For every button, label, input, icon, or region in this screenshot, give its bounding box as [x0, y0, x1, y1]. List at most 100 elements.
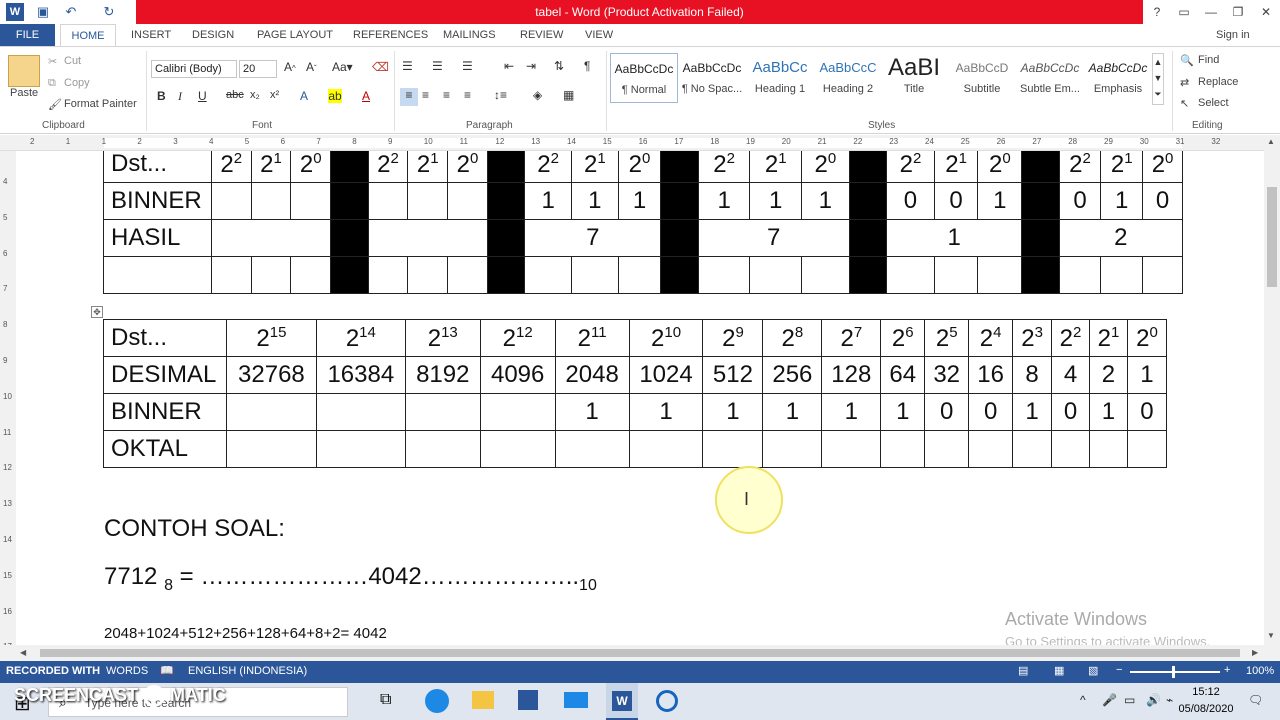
numbering-icon[interactable]: ☰: [432, 59, 443, 73]
read-mode-icon[interactable]: ▤: [1018, 664, 1028, 677]
ribbon-display-icon[interactable]: ▭: [1170, 0, 1198, 24]
volume-icon[interactable]: 🔊: [1146, 693, 1161, 707]
undo-icon[interactable]: ↶: [62, 3, 80, 21]
scroll-thumb[interactable]: [1267, 187, 1277, 287]
align-right-icon[interactable]: ≡: [443, 88, 450, 102]
style-heading-1[interactable]: AaBbCc Heading 1: [746, 53, 814, 103]
tab-view[interactable]: VIEW: [585, 24, 613, 46]
increase-indent-icon[interactable]: ⇥: [526, 59, 536, 73]
scissors-icon[interactable]: ✂: [48, 55, 57, 68]
table-move-handle-icon[interactable]: ✥: [91, 306, 103, 318]
shrink-font-icon[interactable]: Aˇ: [306, 60, 317, 74]
close-button[interactable]: ✕: [1252, 0, 1280, 24]
align-left-icon[interactable]: ≡: [400, 88, 418, 106]
zoom-slider-handle[interactable]: [1172, 666, 1175, 678]
font-size-select[interactable]: 20: [239, 60, 277, 78]
scroll-thumb[interactable]: [40, 649, 1240, 657]
scroll-up-icon[interactable]: ▲: [1267, 137, 1275, 146]
find-button[interactable]: Find: [1198, 54, 1219, 66]
microphone-icon[interactable]: 🎤: [1102, 693, 1117, 707]
sign-in-link[interactable]: Sign in: [1216, 24, 1250, 46]
save-icon[interactable]: ▣: [34, 3, 52, 21]
tray-chevron-icon[interactable]: ^: [1080, 693, 1086, 707]
minimize-button[interactable]: —: [1197, 0, 1225, 24]
battery-icon[interactable]: ▭: [1124, 693, 1135, 707]
align-center-icon[interactable]: ≡: [422, 88, 429, 102]
sort-icon[interactable]: ⇅: [554, 59, 564, 73]
bold-icon[interactable]: B: [157, 89, 166, 103]
cut-button[interactable]: Cut: [64, 55, 81, 67]
style-normal[interactable]: AaBbCcDc ¶ Normal: [610, 53, 678, 103]
tab-page-layout[interactable]: PAGE LAYOUT: [257, 24, 333, 46]
line-spacing-icon[interactable]: ↕≡: [494, 88, 507, 102]
copy-button[interactable]: Copy: [64, 77, 90, 89]
tab-file[interactable]: FILE: [0, 24, 55, 46]
scroll-down-icon[interactable]: ▼: [1267, 631, 1275, 640]
mail-icon[interactable]: [564, 692, 588, 708]
redo-icon[interactable]: ↻: [100, 3, 118, 21]
tab-design[interactable]: DESIGN: [192, 24, 234, 46]
zoom-level[interactable]: 100%: [1246, 665, 1274, 677]
store-icon[interactable]: [518, 690, 538, 710]
style-no-spacing[interactable]: AaBbCcDc ¶ No Spac...: [678, 53, 746, 103]
justify-icon[interactable]: ≡: [464, 88, 471, 102]
decrease-indent-icon[interactable]: ⇤: [504, 59, 514, 73]
horizontal-scrollbar[interactable]: ◀ ▶: [0, 645, 1280, 661]
language-indicator[interactable]: ENGLISH (INDONESIA): [188, 665, 307, 677]
clock-time[interactable]: 15:12: [1186, 686, 1226, 698]
scroll-left-icon[interactable]: ◀: [20, 648, 26, 657]
task-view-icon[interactable]: ⧉: [380, 691, 391, 709]
bullets-icon[interactable]: ☰: [402, 59, 413, 73]
web-layout-icon[interactable]: ▧: [1088, 664, 1098, 677]
highlight-icon[interactable]: ab: [328, 89, 342, 103]
styles-scroll-icon[interactable]: ▲ ▼ ⏷: [1152, 53, 1164, 105]
paste-button[interactable]: Paste: [10, 87, 38, 99]
style-subtle-emphasis[interactable]: AaBbCcDc Subtle Em...: [1016, 53, 1084, 103]
print-layout-icon[interactable]: ▦: [1054, 664, 1064, 677]
notifications-icon[interactable]: 🗨: [1248, 693, 1263, 707]
zoom-in-icon[interactable]: +: [1224, 664, 1230, 676]
change-case-icon[interactable]: Aa▾: [332, 60, 353, 74]
style-title[interactable]: AaBI Title: [880, 53, 948, 103]
replace-button[interactable]: Replace: [1198, 76, 1238, 88]
help-button[interactable]: ?: [1143, 0, 1171, 24]
italic-icon[interactable]: I: [178, 89, 182, 104]
clear-formatting-icon[interactable]: ⌫: [372, 60, 389, 74]
document-page[interactable]: Dst... 22 21 20 22 21 20 22 21 20 22 21 20 22 21 20 22 21…: [16, 151, 1264, 645]
format-painter-button[interactable]: Format Painter: [64, 98, 137, 110]
grow-font-icon[interactable]: A^: [284, 60, 296, 74]
tab-review[interactable]: REVIEW: [520, 24, 563, 46]
text-effects-icon[interactable]: A: [300, 89, 308, 103]
style-emphasis[interactable]: AaBbCcDc Emphasis: [1084, 53, 1152, 103]
shading-icon[interactable]: ◈: [533, 88, 542, 102]
tab-home[interactable]: HOME: [60, 24, 116, 46]
edge-icon[interactable]: [425, 689, 449, 713]
tab-references[interactable]: REFERENCES: [353, 24, 428, 46]
maximize-button[interactable]: ❐: [1224, 0, 1252, 24]
file-explorer-icon[interactable]: [472, 691, 494, 709]
select-button[interactable]: Select: [1198, 97, 1229, 109]
table-binary-octal[interactable]: Dst... 22 21 20 22 21 20 22 21 20 22 21 20 22 21 20 22 21…: [103, 151, 1184, 294]
format-painter-icon[interactable]: 🖌: [48, 98, 62, 111]
horizontal-ruler[interactable]: 2 1 1 2 3 4 5 6 7 8 9 10 11 12 13 14 15 16 17 18 19 20 21 22 23 2…: [0, 135, 1280, 151]
tab-mailings[interactable]: MAILINGS: [443, 24, 496, 46]
word-taskbar-icon[interactable]: W: [606, 683, 638, 720]
font-name-select[interactable]: Calibri (Body): [151, 60, 237, 78]
paste-icon[interactable]: [8, 55, 40, 87]
style-subtitle[interactable]: AaBbCcD Subtitle: [948, 53, 1016, 103]
underline-icon[interactable]: U: [198, 89, 207, 103]
find-icon[interactable]: 🔍: [1180, 54, 1194, 67]
tab-insert[interactable]: INSERT: [131, 24, 171, 46]
zoom-out-icon[interactable]: −: [1116, 664, 1122, 676]
scroll-right-icon[interactable]: ▶: [1252, 648, 1258, 657]
table-binary-decimal[interactable]: Dst... 215 214 213 212 211 210 29 28 27 26 25 24 23 22…: [103, 319, 1168, 468]
font-color-icon[interactable]: A: [362, 89, 370, 103]
select-icon[interactable]: ↖: [1180, 97, 1189, 110]
replace-icon[interactable]: ⇄: [1180, 76, 1189, 89]
word-count[interactable]: WORDS: [106, 665, 148, 677]
zoom-slider[interactable]: [1130, 671, 1220, 673]
clock-date[interactable]: 05/08/2020: [1168, 703, 1244, 715]
style-heading-2[interactable]: AaBbCcC Heading 2: [814, 53, 882, 103]
multilevel-list-icon[interactable]: ☰: [462, 59, 473, 73]
screencast-icon[interactable]: [656, 690, 678, 712]
